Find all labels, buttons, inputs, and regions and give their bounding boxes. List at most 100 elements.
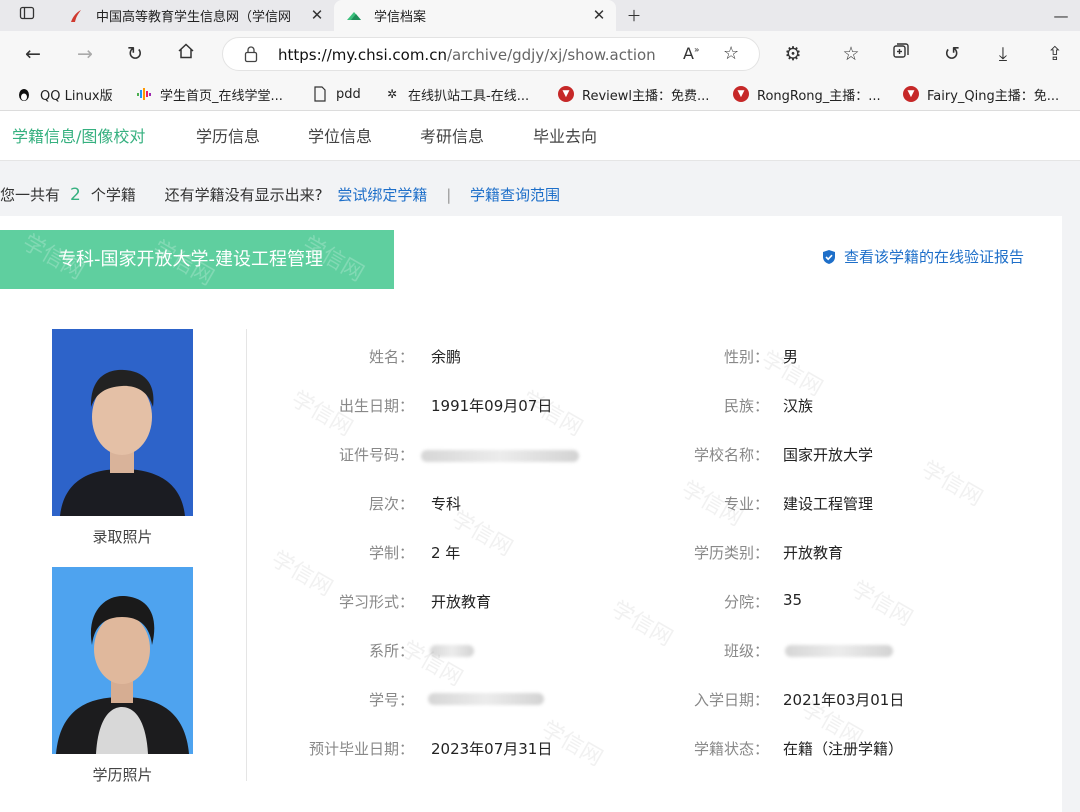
field-label: 学籍状态：	[693, 740, 769, 758]
summary-prefix: 您一共有	[0, 186, 61, 204]
red-logo-icon: ▼	[903, 86, 919, 102]
address-toolbar: ← → ↻ https://my.chsi.com.cn/archive/gdj…	[0, 31, 1080, 77]
url-text[interactable]: https://my.chsi.com.cn/archive/gdjy/xj/s…	[278, 46, 656, 64]
record-card: 专科-国家开放大学-建设工程管理 学信网 学信网 学信网 查看该学籍的在线验证报…	[0, 216, 1062, 812]
redacted-department	[430, 645, 474, 657]
field-label: 预计毕业日期：	[308, 740, 414, 758]
verify-report-label: 查看该学籍的在线验证报告	[844, 248, 1025, 266]
bookmark-label: 在线扒站工具-在线...	[408, 88, 530, 104]
browser-tab-archive[interactable]: 学信档案 ✕	[334, 0, 616, 31]
watermark: 学信网	[916, 456, 987, 512]
field-label: 班级：	[723, 642, 769, 660]
lock-icon[interactable]	[243, 45, 259, 67]
address-bar[interactable]: https://my.chsi.com.cn/archive/gdjy/xj/s…	[222, 37, 760, 71]
admission-photo	[52, 329, 193, 516]
bookmark-item[interactable]: ▼ Reviewl主播：免费...	[558, 84, 709, 104]
bookmarks-bar: QQ Linux版 学生首页_在线学堂... pdd ✲ 在线扒站工具-在线..…	[0, 77, 1080, 111]
redacted-id-number	[421, 450, 579, 462]
download-icon[interactable]: ⤓	[988, 39, 1018, 69]
field-label: 民族：	[723, 397, 769, 415]
nav-tab-student-status[interactable]: 学籍信息/图像校对	[12, 123, 145, 147]
record-summary: 您一共有 2 个学籍 还有学籍没有显示出来? 尝试绑定学籍 | 学籍查询范围	[0, 184, 560, 205]
bookmark-label: Fairy_Qing主播：免...	[927, 88, 1060, 104]
bookmark-item[interactable]: ▼ RongRong_主播：...	[733, 84, 881, 104]
field-value-gender: 男	[783, 348, 799, 366]
separator: |	[446, 186, 452, 204]
tab-strip: 中国高等教育学生信息网（学信网 ✕ 学信档案 ✕ ＋ —	[0, 0, 1080, 31]
read-aloud-icon[interactable]: A»	[683, 44, 699, 63]
record-banner-title: 专科-国家开放大学-建设工程管理	[58, 249, 323, 270]
nav-tab-degree[interactable]: 学位信息	[308, 123, 372, 147]
forward-arrow-icon[interactable]: →	[70, 39, 100, 69]
site-nav: 学籍信息/图像校对 学历信息 学位信息 考研信息 毕业去向	[0, 111, 1080, 161]
divider	[246, 329, 247, 781]
share-icon[interactable]: ⇪	[1040, 39, 1070, 69]
bookmark-label: Reviewl主播：免费...	[582, 88, 710, 104]
extensions-icon[interactable]: ⚙	[778, 39, 808, 69]
field-value-duration: 2 年	[431, 544, 461, 562]
add-favorite-icon[interactable]: ☆	[723, 43, 739, 64]
redacted-student-number	[428, 693, 544, 705]
collections-icon[interactable]	[886, 39, 916, 69]
tab-title: 学信档案	[374, 10, 427, 25]
browser-tab-chsi[interactable]: 中国高等教育学生信息网（学信网 ✕	[56, 0, 334, 31]
admission-photo-caption: 录取照片	[92, 528, 153, 546]
field-label: 出生日期：	[338, 397, 414, 415]
field-label: 学习形式：	[338, 593, 414, 611]
field-label: 分院：	[723, 593, 769, 611]
verify-report-link[interactable]: 查看该学籍的在线验证报告	[822, 246, 1024, 267]
field-value-enrollment-date: 2021年03月01日	[783, 691, 905, 709]
close-tab-icon[interactable]: ✕	[308, 6, 326, 24]
field-value-study-form: 开放教育	[431, 593, 492, 611]
bookmark-item[interactable]: 学生首页_在线学堂...	[136, 84, 283, 104]
nav-tab-graduation[interactable]: 毕业去向	[533, 123, 597, 147]
bind-record-link[interactable]: 尝试绑定学籍	[337, 186, 427, 204]
new-tab-icon[interactable]: ＋	[623, 5, 645, 27]
tab-title: 中国高等教育学生信息网（学信网	[96, 10, 292, 25]
bookmark-label: QQ Linux版	[40, 88, 113, 104]
favorites-icon[interactable]: ☆	[836, 39, 866, 69]
sidebar-toggle-icon[interactable]	[16, 5, 38, 27]
bookmark-item[interactable]: pdd	[312, 84, 361, 104]
back-arrow-icon[interactable]: ←	[18, 39, 48, 69]
field-value-school: 国家开放大学	[783, 446, 874, 464]
nav-tab-education[interactable]: 学历信息	[196, 123, 260, 147]
url-path: /archive/gdjy/xj/show.action	[446, 46, 656, 64]
summary-unit: 个学籍	[90, 186, 136, 204]
field-label: 系所：	[368, 642, 414, 660]
field-value-expected-graduation: 2023年07月31日	[431, 740, 553, 758]
page-icon	[312, 86, 328, 102]
field-label: 学号：	[368, 691, 414, 709]
home-icon[interactable]	[171, 39, 201, 69]
shield-check-icon	[823, 249, 835, 264]
field-label: 入学日期：	[693, 691, 769, 709]
bookmark-item[interactable]: QQ Linux版	[16, 84, 113, 104]
field-label: 学历类别：	[693, 544, 769, 562]
field-value-branch: 35	[783, 591, 803, 609]
record-count: 2	[70, 185, 81, 205]
url-host: https://my.chsi.com.cn	[278, 46, 447, 64]
diploma-photo-caption: 学历照片	[92, 766, 153, 784]
field-label: 学校名称：	[693, 446, 769, 464]
bug-icon: ✲	[386, 87, 398, 101]
bookmark-label: 学生首页_在线学堂...	[160, 88, 283, 104]
reload-icon[interactable]: ↻	[120, 39, 150, 69]
history-icon[interactable]: ↺	[937, 39, 967, 69]
redacted-class	[785, 645, 893, 657]
field-value-education-type: 开放教育	[783, 544, 844, 562]
bookmark-item[interactable]: ▼ Fairy_Qing主播：免...	[903, 84, 1059, 104]
minimize-window-icon[interactable]: —	[1050, 5, 1072, 27]
bookmark-item[interactable]: ✲ 在线扒站工具-在线...	[384, 84, 529, 104]
close-tab-icon[interactable]: ✕	[590, 6, 608, 24]
field-value-status: 在籍（注册学籍）	[783, 740, 904, 758]
nav-tab-postgrad-exam[interactable]: 考研信息	[420, 123, 484, 147]
field-label: 专业：	[723, 495, 769, 513]
summary-question: 还有学籍没有显示出来?	[164, 186, 323, 204]
field-value-level: 专科	[431, 495, 462, 513]
penguin-icon	[16, 86, 32, 102]
diploma-photo	[52, 567, 193, 754]
field-value-name: 余鹏	[431, 348, 462, 366]
field-label: 姓名：	[368, 348, 414, 366]
field-label: 证件号码：	[338, 446, 414, 464]
query-scope-link[interactable]: 学籍查询范围	[470, 186, 560, 204]
